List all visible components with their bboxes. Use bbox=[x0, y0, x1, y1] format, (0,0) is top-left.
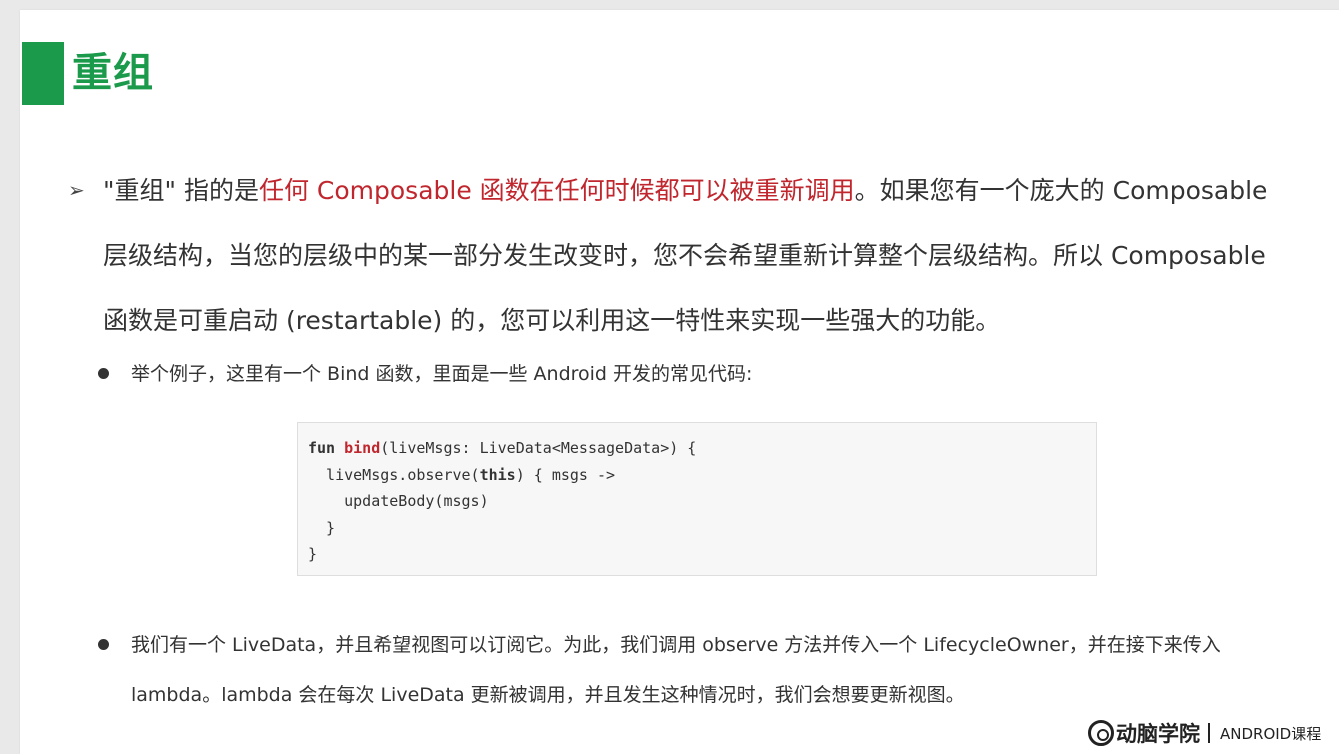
title-accent-bar bbox=[22, 42, 64, 105]
code-keyword: this bbox=[479, 465, 516, 484]
paragraph-highlight: 任何 Composable 函数在任何时候都可以被重新调用 bbox=[258, 176, 855, 205]
arrow-bullet-icon: ➢ bbox=[68, 178, 85, 202]
code-keyword: fun bbox=[308, 439, 345, 457]
brand-logo: 动脑学院 ANDROID课程 bbox=[1088, 718, 1339, 748]
brand-name: 动脑学院 bbox=[1116, 722, 1200, 746]
logo-divider bbox=[1208, 723, 1210, 743]
code-text: liveMsgs.observe( bbox=[308, 465, 480, 484]
bullet-text: 我们有一个 LiveData，并且希望视图可以订阅它。为此，我们调用 obser… bbox=[131, 634, 1221, 706]
bullet-item: 举个例子，这里有一个 Bind 函数，里面是一些 Android 开发的常见代码… bbox=[98, 349, 1298, 399]
code-text: ) { msgs -> bbox=[515, 465, 616, 484]
code-line: } bbox=[308, 545, 318, 563]
bullet-dot-icon bbox=[98, 639, 109, 650]
slide: 重组 ➢ "重组" 指的是任何 Composable 函数在任何时候都可以被重新… bbox=[20, 10, 1339, 754]
bullet-item: 我们有一个 LiveData，并且希望视图可以订阅它。为此，我们调用 obser… bbox=[98, 620, 1273, 720]
brand-mark-icon bbox=[1088, 720, 1114, 746]
main-paragraph-text: "重组" 指的是任何 Composable 函数在任何时候都可以被重新调用。如果… bbox=[68, 158, 1293, 353]
code-line: fun bind(liveMsgs: LiveData<MessageData>… bbox=[308, 435, 1096, 462]
code-line: updateBody(msgs) bbox=[308, 492, 489, 510]
code-block: fun bind(liveMsgs: LiveData<MessageData>… bbox=[297, 422, 1097, 576]
main-paragraph: ➢ "重组" 指的是任何 Composable 函数在任何时候都可以被重新调用。… bbox=[68, 158, 1293, 353]
bullet-dot-icon bbox=[98, 368, 109, 379]
course-label: ANDROID课程 bbox=[1220, 724, 1322, 743]
code-line: liveMsgs.observe(this) { msgs -> bbox=[308, 462, 1096, 489]
code-function-name: bind bbox=[344, 439, 381, 457]
code-text: (liveMsgs: LiveData<MessageData>) { bbox=[380, 439, 697, 457]
slide-title: 重组 bbox=[72, 50, 154, 96]
code-line: } bbox=[308, 518, 336, 537]
bullet-text: 举个例子，这里有一个 Bind 函数，里面是一些 Android 开发的常见代码… bbox=[131, 363, 753, 385]
paragraph-intro: "重组" 指的是 bbox=[103, 176, 259, 205]
